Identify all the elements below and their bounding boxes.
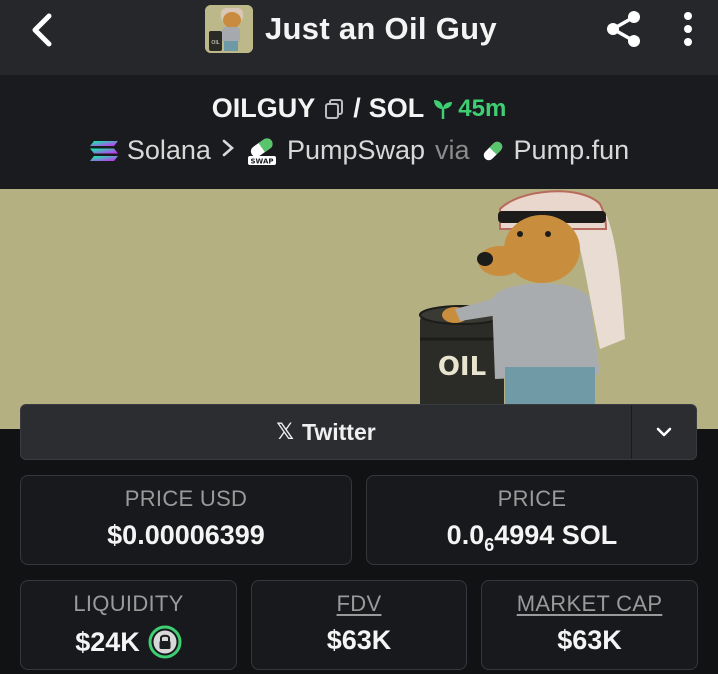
pumpswap-icon: SWAP bbox=[247, 137, 276, 165]
svg-text:SWAP: SWAP bbox=[250, 157, 273, 165]
price-native-card: PRICE 0.0 6 4994 SOL bbox=[366, 475, 698, 565]
chevron-left-icon bbox=[32, 13, 52, 47]
dex-label: PumpSwap bbox=[286, 135, 426, 165]
fdv-label[interactable]: FDV bbox=[252, 591, 466, 617]
token-title-group: OIL Just an Oil Guy bbox=[205, 3, 497, 55]
fdv-value: $63K bbox=[326, 625, 392, 655]
copy-icon[interactable] bbox=[323, 98, 345, 120]
x-logo-icon: 𝕏 bbox=[276, 419, 295, 445]
price-usd-label: PRICE USD bbox=[124, 486, 248, 511]
launchpad-link[interactable]: Pump.fun bbox=[480, 135, 630, 166]
market-cap-value: $63K bbox=[557, 625, 622, 655]
svg-text:OIL: OIL bbox=[438, 352, 486, 382]
share-icon bbox=[607, 11, 640, 47]
price-zero-count: 6 bbox=[484, 535, 495, 555]
chevron-down-icon bbox=[656, 427, 672, 437]
socials-bar: 𝕏 Twitter bbox=[20, 404, 697, 460]
chain-breadcrumb: Solana SWAP PumpSwap via Pump.fun bbox=[0, 135, 718, 166]
market-cap-label[interactable]: MARKET CAP bbox=[482, 591, 697, 617]
pair-info: OILGUY / SOL 45m Solana SWAP PumpSwap vi… bbox=[0, 75, 718, 189]
token-name: Just an Oil Guy bbox=[265, 11, 497, 46]
twitter-button[interactable]: 𝕏 Twitter bbox=[21, 405, 631, 459]
vertical-dots-icon bbox=[684, 12, 692, 46]
fdv-card: FDV $63K bbox=[251, 580, 467, 670]
back-button[interactable] bbox=[22, 10, 62, 50]
liquidity-value-row: $24K bbox=[21, 625, 236, 659]
lock-icon[interactable] bbox=[148, 625, 182, 659]
price-usd-value: $0.00006399 bbox=[107, 520, 265, 550]
twitter-label: Twitter bbox=[302, 418, 376, 445]
token-banner-image: OIL bbox=[0, 189, 718, 429]
launchpad-label: Pump.fun bbox=[513, 135, 630, 165]
pair-separator: / bbox=[353, 93, 361, 123]
more-links-dropdown[interactable] bbox=[632, 405, 696, 459]
pair-line: OILGUY / SOL 45m bbox=[0, 93, 718, 124]
chain-network-link[interactable]: Solana bbox=[89, 135, 211, 166]
chain-network-label: Solana bbox=[126, 135, 211, 165]
price-prefix: 0.0 bbox=[446, 520, 485, 550]
pair-quote-symbol: SOL bbox=[368, 93, 425, 123]
liquidity-value: $24K bbox=[75, 626, 140, 657]
price-native-value: 0.0 6 4994 SOL bbox=[367, 520, 697, 555]
price-usd-card: PRICE USD $0.00006399 bbox=[20, 475, 352, 565]
pair-age-value: 45m bbox=[458, 94, 507, 122]
dex-link[interactable]: SWAP PumpSwap bbox=[245, 135, 425, 166]
top-bar: OIL Just an Oil Guy bbox=[0, 0, 718, 75]
pair-base-symbol: OILGUY bbox=[211, 93, 316, 123]
via-label: via bbox=[435, 135, 470, 165]
liquidity-label: LIQUIDITY bbox=[73, 591, 184, 616]
sprout-icon bbox=[434, 99, 453, 119]
token-avatar: OIL bbox=[205, 5, 253, 53]
more-options-button[interactable] bbox=[672, 8, 704, 50]
chevron-right-icon bbox=[221, 137, 235, 165]
pair-age: 45m bbox=[432, 95, 506, 123]
price-native-label: PRICE bbox=[497, 486, 567, 511]
market-cap-card: MARKET CAP $63K bbox=[481, 580, 698, 670]
solana-icon bbox=[89, 140, 118, 161]
svg-text:OIL: OIL bbox=[211, 40, 219, 46]
share-button[interactable] bbox=[603, 8, 645, 50]
liquidity-card: LIQUIDITY $24K bbox=[20, 580, 237, 670]
pill-icon bbox=[483, 141, 502, 160]
price-suffix: 4994 SOL bbox=[494, 520, 618, 550]
